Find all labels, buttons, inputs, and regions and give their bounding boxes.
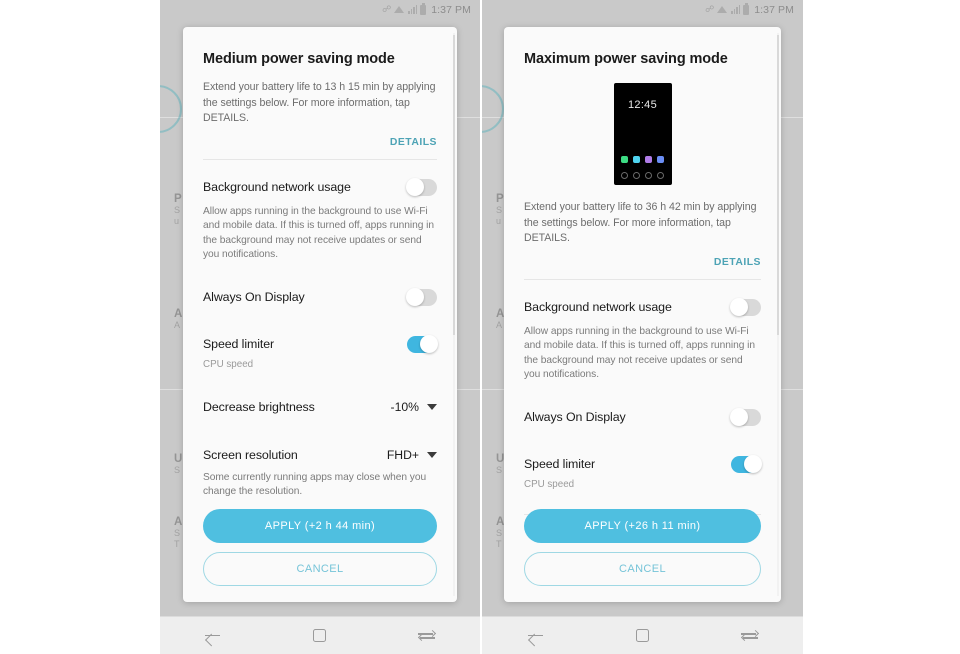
dropdown-screen-resolution[interactable]: FHD+: [387, 448, 437, 462]
preview-empty-slots: [614, 172, 672, 179]
setting-row-background-network-usage[interactable]: Background network usage: [203, 160, 437, 196]
dropdown-value: -10%: [390, 399, 419, 414]
preview-app-icon: [621, 156, 628, 163]
setting-label: Always On Display: [524, 410, 626, 424]
home-icon: [313, 629, 327, 642]
dropdown-value: FHD+: [386, 447, 419, 462]
details-link[interactable]: DETAILS: [203, 127, 437, 148]
setting-label: Speed limiter: [203, 337, 275, 351]
nav-back-button[interactable]: [508, 617, 564, 654]
preview-empty-slot: [657, 172, 664, 179]
setting-row-background-network-usage[interactable]: Background network usage: [524, 280, 761, 316]
preview-empty-slot: [645, 172, 652, 179]
toggle-always-on-display[interactable]: [406, 287, 437, 306]
dialog-title: Maximum power saving mode: [524, 51, 728, 67]
navigation-bar-right: [482, 616, 803, 654]
setting-row-speed-limiter[interactable]: Speed limiter: [524, 426, 762, 473]
toggle-background-network-usage[interactable]: [730, 297, 761, 316]
preview-app-icons: [614, 156, 672, 163]
toggle-speed-limiter[interactable]: [731, 454, 762, 473]
setting-description: Allow apps running in the background to …: [203, 205, 434, 261]
preview-app-icon: [645, 156, 652, 163]
setting-label: Always On Display: [203, 290, 305, 304]
details-link[interactable]: DETAILS: [524, 247, 761, 268]
toggle-background-network-usage[interactable]: [406, 177, 437, 196]
setting-row-decrease-brightness[interactable]: Decrease brightness -10%: [203, 370, 437, 414]
recents-icon: [740, 629, 760, 642]
signal-icon: [731, 5, 741, 14]
signal-icon: [408, 5, 418, 14]
power-saving-dialog-medium: Medium power saving mode Extend your bat…: [183, 27, 457, 602]
preview-empty-slot: [633, 172, 640, 179]
setting-subtext: CPU speed: [203, 358, 254, 370]
navigation-bar-left: [160, 616, 480, 654]
cancel-button[interactable]: CANCEL: [203, 552, 437, 586]
bluetooth-icon: ☍: [382, 4, 392, 14]
phone-screenshot-right: ☍ 1:37 PM P S u A A U S A S T Maximum po…: [482, 0, 803, 654]
chevron-down-icon: [427, 403, 437, 410]
setting-subtext: CPU speed: [524, 478, 575, 490]
back-icon: [527, 629, 544, 643]
setting-row-speed-limiter[interactable]: Speed limiter: [203, 306, 438, 353]
phone-screenshot-left: ☍ 1:37 PM P S u A A U S A S T Medium pow…: [160, 0, 480, 654]
cancel-button[interactable]: CANCEL: [524, 552, 761, 586]
bluetooth-icon: ☍: [705, 4, 715, 14]
status-bar-left: ☍ 1:37 PM: [160, 0, 480, 19]
nav-home-button[interactable]: [615, 617, 671, 654]
setting-row-always-on-display[interactable]: Always On Display: [524, 383, 761, 426]
setting-description: Some currently running apps may close wh…: [203, 471, 427, 498]
dialog-description: Extend your battery life to 13 h 15 min …: [203, 81, 436, 124]
power-saving-preview-thumbnail: 12:45: [613, 83, 672, 185]
nav-home-button[interactable]: [292, 617, 348, 654]
nav-recents-button[interactable]: [399, 617, 455, 654]
nav-back-button[interactable]: [185, 617, 241, 654]
dialog-scrollbar-thumb[interactable]: [453, 35, 455, 335]
dialog-description: Extend your battery life to 36 h 42 min …: [524, 201, 757, 244]
dialog-title: Medium power saving mode: [203, 51, 395, 67]
setting-description: Allow apps running in the background to …: [524, 325, 755, 381]
battery-icon: [743, 2, 750, 15]
dropdown-decrease-brightness[interactable]: -10%: [391, 400, 437, 414]
recents-icon: [418, 629, 437, 642]
preview-app-icon: [633, 156, 640, 163]
dialog-scrollbar-thumb[interactable]: [777, 35, 779, 335]
toggle-speed-limiter[interactable]: [407, 334, 438, 353]
preview-app-icon: [657, 156, 664, 163]
apply-button[interactable]: APPLY (+2 h 44 min): [203, 509, 437, 543]
setting-label: Speed limiter: [524, 457, 596, 471]
wifi-icon: [717, 5, 728, 14]
chevron-down-icon: [427, 451, 437, 458]
power-saving-dialog-maximum: Maximum power saving mode 12:45 Extend y…: [504, 27, 781, 602]
preview-clock: 12:45: [627, 99, 658, 111]
status-bar-right: ☍ 1:37 PM: [482, 0, 803, 19]
toggle-always-on-display[interactable]: [730, 407, 761, 426]
setting-label: Screen resolution: [203, 447, 298, 462]
nav-recents-button[interactable]: [722, 617, 778, 654]
screenshot-canvas: ☍ 1:37 PM P S u A A U S A S T Medium pow…: [0, 0, 960, 654]
setting-label: Background network usage: [524, 300, 672, 314]
status-bar-clock: 1:37 PM: [431, 3, 471, 16]
preview-empty-slot: [621, 172, 628, 179]
setting-row-always-on-display[interactable]: Always On Display: [203, 263, 437, 306]
battery-icon: [420, 2, 427, 15]
setting-label: Decrease brightness: [203, 399, 315, 414]
wifi-icon: [394, 5, 405, 14]
home-icon: [636, 629, 649, 642]
setting-row-screen-resolution[interactable]: Screen resolution FHD+: [203, 414, 437, 462]
back-icon: [205, 629, 221, 643]
status-bar-clock: 1:37 PM: [754, 3, 794, 16]
setting-label: Background network usage: [203, 180, 351, 194]
apply-button[interactable]: APPLY (+26 h 11 min): [524, 509, 761, 543]
